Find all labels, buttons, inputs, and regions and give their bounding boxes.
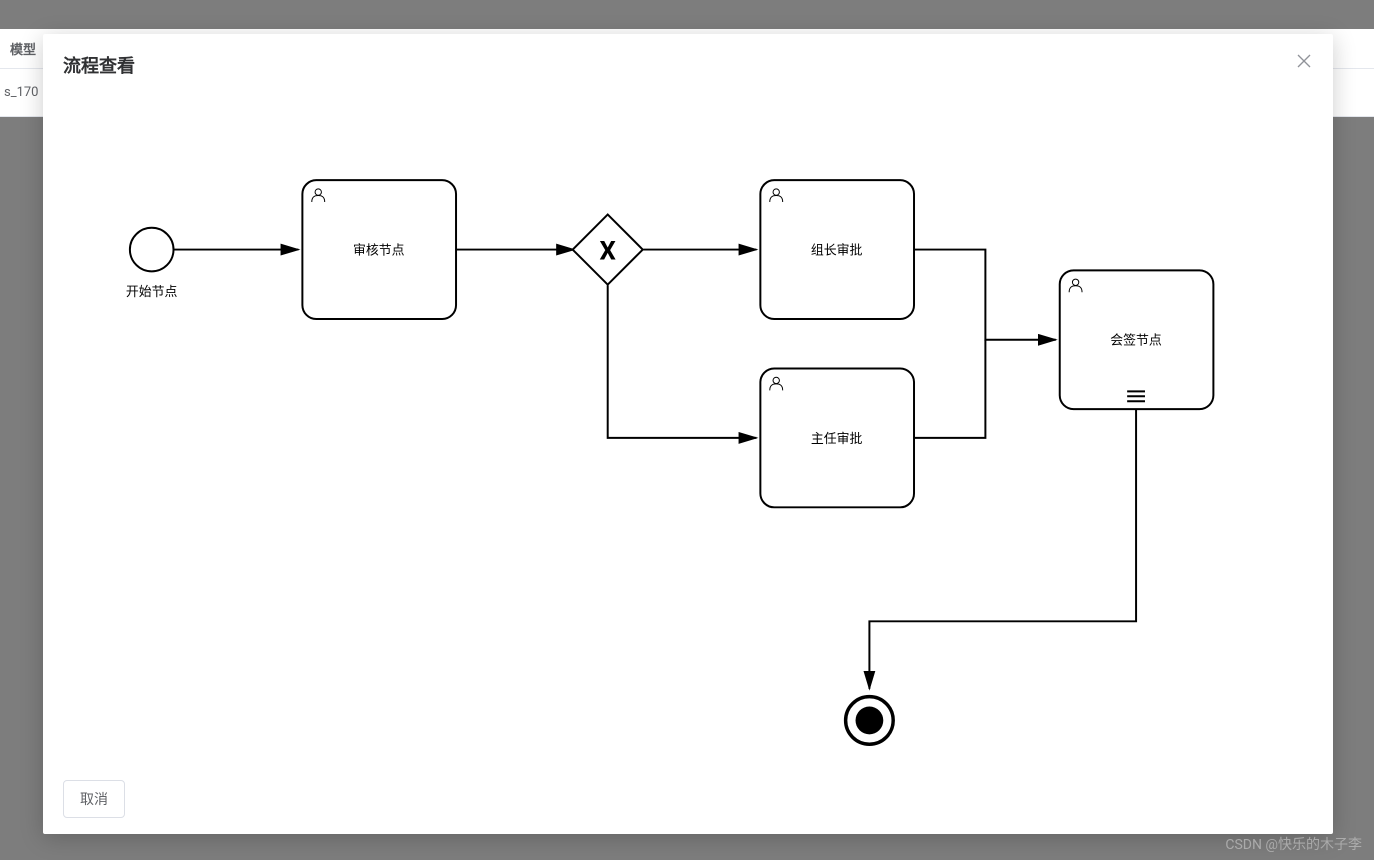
flow-director-countersign	[914, 340, 985, 438]
modal-header: 流程查看	[43, 34, 1333, 86]
end-event-node[interactable]	[846, 697, 894, 745]
task-director-label: 主任审批	[811, 432, 863, 447]
task-review-node[interactable]: 审核节点	[302, 180, 456, 319]
cancel-button[interactable]: 取消	[63, 780, 125, 818]
task-countersign-node[interactable]: 会签节点	[1060, 270, 1214, 409]
bpmn-diagram[interactable]: 开始节点 审核节点 X	[43, 86, 1333, 770]
watermark: CSDN @快乐的木子李	[1225, 834, 1362, 854]
task-countersign-label: 会签节点	[1110, 333, 1162, 349]
task-leader-node[interactable]: 组长审批	[760, 180, 914, 319]
close-button[interactable]	[1295, 52, 1313, 73]
task-director-node[interactable]: 主任审批	[760, 369, 914, 508]
close-icon	[1297, 54, 1311, 68]
modal-body: 开始节点 审核节点 X	[43, 86, 1333, 770]
start-event-node[interactable]: 开始节点	[126, 228, 178, 300]
gateway-exclusive-node[interactable]: X	[573, 215, 643, 285]
flow-gateway-director	[608, 285, 757, 438]
modal-title: 流程查看	[63, 52, 135, 78]
flow-leader-countersign	[914, 250, 1056, 340]
start-event-label: 开始节点	[126, 285, 178, 300]
modal-footer: 取消	[43, 770, 1333, 834]
task-review-label: 审核节点	[353, 244, 405, 259]
gateway-symbol: X	[600, 236, 617, 266]
process-view-modal: 流程查看 开始节点	[43, 34, 1333, 834]
task-leader-label: 组长审批	[811, 244, 863, 259]
